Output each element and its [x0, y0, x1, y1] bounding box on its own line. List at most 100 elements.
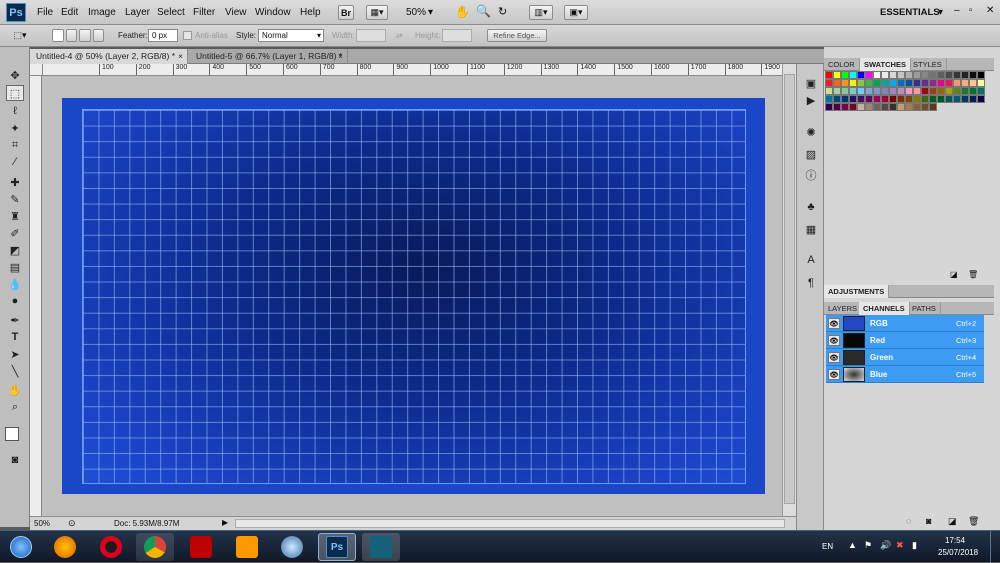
menu-filter[interactable]: Filter	[193, 7, 215, 18]
zoom-level-select[interactable]: 50%	[406, 7, 426, 18]
color-swatch[interactable]	[913, 71, 921, 79]
rect-marquee-tool-icon[interactable]: ⬚	[6, 85, 24, 101]
character-panel-icon[interactable]: A	[803, 252, 819, 268]
taskbar-filezilla[interactable]	[182, 533, 220, 561]
brushes-panel-icon[interactable]: ✺	[803, 124, 819, 140]
menu-select[interactable]: Select	[157, 7, 185, 18]
color-swatch[interactable]	[857, 103, 865, 111]
view-extras-button[interactable]: ▦▾	[366, 5, 388, 20]
color-swatch[interactable]	[921, 103, 929, 111]
color-swatch[interactable]	[905, 79, 913, 87]
healing-brush-tool-icon[interactable]: ✚	[6, 174, 24, 190]
color-swatch[interactable]	[833, 87, 841, 95]
color-swatch[interactable]	[889, 87, 897, 95]
color-swatch[interactable]	[977, 87, 985, 95]
network-icon[interactable]: ✖	[896, 540, 904, 551]
color-swatch[interactable]	[897, 87, 905, 95]
color-swatch[interactable]	[841, 103, 849, 111]
color-swatch[interactable]	[945, 87, 953, 95]
color-swatch[interactable]	[873, 87, 881, 95]
color-swatch[interactable]	[969, 87, 977, 95]
path-selection-tool-icon[interactable]: ➤	[6, 346, 24, 362]
color-swatch[interactable]	[825, 71, 833, 79]
style-select[interactable]: Normal ▾	[258, 29, 324, 42]
tab-swatches[interactable]: SWATCHES	[860, 58, 911, 71]
color-swatch[interactable]	[833, 71, 841, 79]
move-tool-icon[interactable]: ✥	[6, 67, 24, 83]
volume-icon[interactable]: 🔊	[880, 540, 891, 551]
restore-icon[interactable]: ▫	[969, 5, 973, 16]
color-swatch[interactable]	[833, 79, 841, 87]
color-swatch[interactable]	[897, 71, 905, 79]
taskbar-photoshop[interactable]: Ps	[318, 533, 356, 561]
new-selection-icon[interactable]	[52, 29, 64, 42]
color-swatch[interactable]	[945, 95, 953, 103]
new-channel-icon[interactable]: ◪	[948, 516, 957, 527]
color-swatch[interactable]	[945, 79, 953, 87]
color-swatch[interactable]	[865, 87, 873, 95]
menu-help[interactable]: Help	[300, 7, 321, 18]
quick-mask-icon[interactable]: ◙	[6, 452, 24, 468]
color-swatch[interactable]	[825, 79, 833, 87]
magic-wand-tool-icon[interactable]: ✦	[6, 120, 24, 136]
color-swatch[interactable]	[937, 71, 945, 79]
color-swatch[interactable]	[977, 79, 985, 87]
menu-file[interactable]: File	[37, 7, 53, 18]
color-swatch[interactable]	[857, 71, 865, 79]
history-panel-icon[interactable]: ▣	[803, 75, 819, 91]
color-swatch[interactable]	[913, 79, 921, 87]
color-swatch[interactable]	[873, 95, 881, 103]
color-swatch[interactable]	[833, 95, 841, 103]
flag-icon[interactable]: ⚑	[864, 540, 872, 551]
tab-color[interactable]: COLOR	[824, 58, 860, 71]
color-swatch[interactable]	[969, 71, 977, 79]
tab-close-icon[interactable]: ×	[338, 49, 343, 64]
foreground-color-swatch[interactable]	[5, 427, 19, 441]
color-swatch[interactable]	[849, 87, 857, 95]
lasso-tool-icon[interactable]: ℓ	[6, 103, 24, 119]
color-swatch[interactable]	[905, 103, 913, 111]
blur-tool-icon[interactable]: 💧	[6, 276, 24, 292]
color-swatch[interactable]	[905, 71, 913, 79]
menu-window[interactable]: Window	[255, 7, 291, 18]
color-swatch[interactable]	[961, 87, 969, 95]
color-swatch[interactable]	[825, 103, 833, 111]
eye-icon[interactable]: 👁	[828, 369, 840, 380]
start-button[interactable]	[2, 533, 40, 561]
taskbar-sublime[interactable]	[228, 533, 266, 561]
color-swatch[interactable]	[897, 79, 905, 87]
color-swatch[interactable]	[953, 71, 961, 79]
history-brush-tool-icon[interactable]: ✐	[6, 225, 24, 241]
color-swatch[interactable]	[849, 79, 857, 87]
horizontal-ruler[interactable]: 100 200 300 400 500 600 700 800 900 1000 1100 1200 1…	[43, 64, 782, 76]
actions-panel-icon[interactable]: ▶	[803, 92, 819, 108]
channel-row-blue[interactable]: 👁 Blue Ctrl+5	[826, 366, 984, 383]
color-swatch[interactable]	[881, 103, 889, 111]
color-swatch[interactable]	[921, 87, 929, 95]
color-swatch[interactable]	[929, 79, 937, 87]
color-swatch[interactable]	[857, 87, 865, 95]
color-swatch[interactable]	[865, 79, 873, 87]
tab-untitled-4[interactable]: Untitled-4 @ 50% (Layer 2, RGB/8) * ×	[30, 49, 188, 64]
clock-date[interactable]: 25/07/2018	[938, 548, 978, 557]
eraser-tool-icon[interactable]: ◩	[6, 242, 24, 258]
color-swatch[interactable]	[881, 71, 889, 79]
color-swatch[interactable]	[937, 79, 945, 87]
channel-row-red[interactable]: 👁 Red Ctrl+3	[826, 332, 984, 349]
tab-channels[interactable]: CHANNELS	[859, 302, 910, 315]
intersect-selection-icon[interactable]	[92, 29, 104, 42]
color-swatch[interactable]	[865, 71, 873, 79]
zoom-tool-icon[interactable]: ⌕	[6, 399, 24, 415]
workspace-switcher[interactable]: ESSENTIALS	[880, 7, 940, 18]
color-swatch[interactable]	[937, 87, 945, 95]
antialias-checkbox[interactable]	[183, 31, 192, 40]
color-swatch[interactable]	[937, 95, 945, 103]
save-selection-channel-icon[interactable]: ◙	[926, 516, 931, 526]
feather-input[interactable]: 0 px	[148, 29, 178, 42]
color-swatch[interactable]	[881, 79, 889, 87]
color-swatch[interactable]	[889, 95, 897, 103]
eye-icon[interactable]: 👁	[828, 352, 840, 363]
color-swatch[interactable]	[889, 79, 897, 87]
color-swatch[interactable]	[833, 103, 841, 111]
navigator-panel-icon[interactable]: ▨	[803, 146, 819, 162]
